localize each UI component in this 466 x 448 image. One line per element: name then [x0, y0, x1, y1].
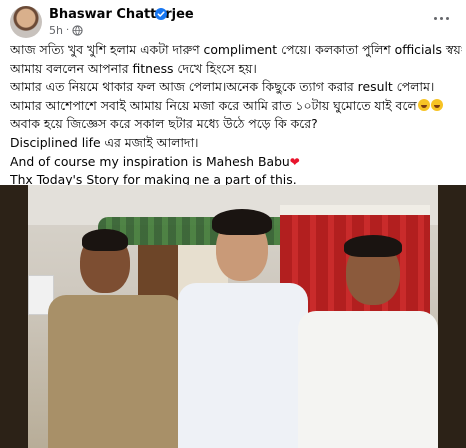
- red-heart-icon: ❤: [289, 154, 300, 169]
- post-text-line: আমার আশেপাশে সবাই আমায় নিয়ে মজা করে আম…: [10, 97, 462, 116]
- photo-officer-right: [298, 225, 438, 448]
- post-text-line-7: And of course my inspiration is Mahesh B…: [10, 153, 290, 169]
- laughing-emoji-icon: [417, 98, 430, 111]
- post-text-line: অবাক হয়ে জিজ্ঞেস করে সকাল ছটার মধ্যে উঠ…: [10, 116, 318, 132]
- photo-scene: [28, 185, 438, 448]
- post-text-line: Disciplined life এর মজাই আলাদা।: [10, 134, 199, 150]
- globe-icon[interactable]: [72, 25, 83, 36]
- laughing-emoji-icon: [430, 98, 443, 111]
- photo-man-center: [178, 205, 308, 448]
- post-header: Bhaswar Chatterjee 5h ·: [0, 0, 466, 40]
- post-photo[interactable]: [0, 185, 466, 448]
- post-time[interactable]: 5h: [49, 24, 63, 37]
- verified-badge-icon: [155, 8, 167, 20]
- photo-officer-left: [48, 225, 183, 448]
- post-text-line: And of course my inspiration is Mahesh B…: [10, 153, 462, 172]
- more-options-button[interactable]: [428, 8, 454, 28]
- post-text-line: আমার এত নিয়মে থাকার ফল আজ পেলাম।অনেক কি…: [10, 79, 435, 95]
- post-text-line: আজ সত্যি খুব খুশি হলাম একটা দারুণ compli…: [10, 42, 462, 57]
- more-options-icon: [433, 16, 437, 20]
- author-name[interactable]: Bhaswar Chatterjee: [49, 7, 194, 22]
- post-text-line: আমায় বললেন আপনার fitness দেখে হিংসে হয়…: [10, 60, 257, 76]
- meta-separator: ·: [65, 25, 70, 36]
- post-text: আজ সত্যি খুব খুশি হলাম একটা দারুণ compli…: [10, 41, 462, 190]
- post-meta: 5h ·: [49, 24, 83, 37]
- author-avatar[interactable]: [10, 6, 42, 38]
- post-text-line-4: আমার আশেপাশে সবাই আমায় নিয়ে মজা করে আম…: [10, 97, 417, 113]
